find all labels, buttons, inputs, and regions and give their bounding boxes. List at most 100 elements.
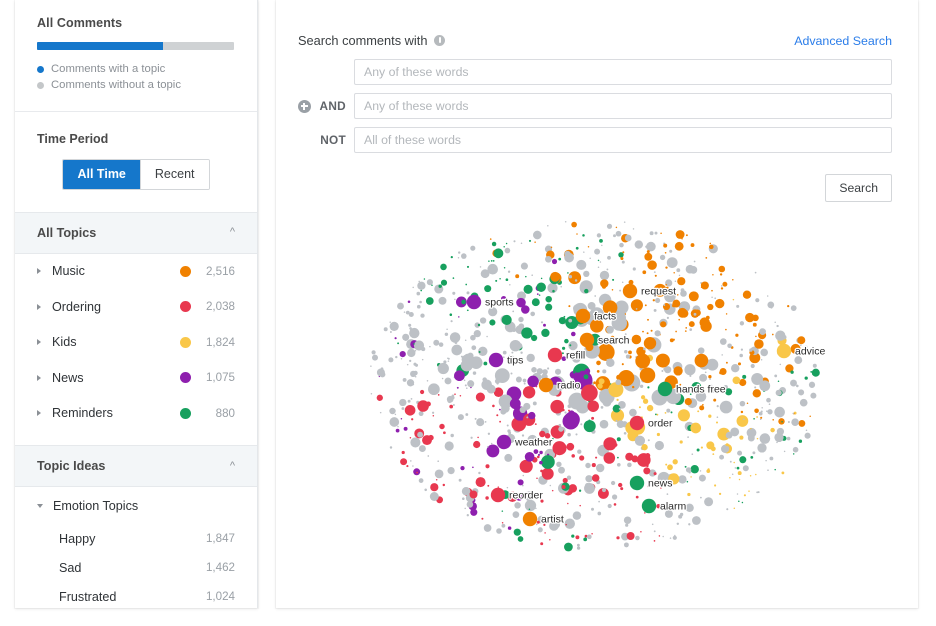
bubble[interactable] xyxy=(521,263,528,270)
bubble[interactable] xyxy=(411,398,413,400)
bubble-labeled[interactable] xyxy=(497,435,511,449)
bubble[interactable] xyxy=(797,336,805,344)
bubble[interactable] xyxy=(410,437,412,439)
bubble[interactable] xyxy=(552,490,554,492)
all-topics-header[interactable]: All Topics ^ xyxy=(15,212,257,254)
bubble[interactable] xyxy=(565,524,567,526)
bubble[interactable] xyxy=(767,469,769,471)
bubble[interactable] xyxy=(598,267,600,269)
bubble[interactable] xyxy=(428,383,440,395)
bubble[interactable] xyxy=(665,252,667,254)
bubble[interactable] xyxy=(400,351,406,357)
bubble[interactable] xyxy=(537,293,539,295)
bubble[interactable] xyxy=(410,437,420,447)
bubble[interactable] xyxy=(676,268,680,272)
bubble[interactable] xyxy=(660,232,662,234)
bubble[interactable] xyxy=(405,405,416,416)
bubble[interactable] xyxy=(735,467,737,469)
bubble[interactable] xyxy=(772,334,774,336)
bubble[interactable] xyxy=(552,441,566,455)
bubble[interactable] xyxy=(812,369,820,377)
bubble[interactable] xyxy=(447,398,452,403)
bubble[interactable] xyxy=(493,260,495,262)
bubble[interactable] xyxy=(597,512,601,516)
bubble[interactable] xyxy=(558,467,565,474)
bubble[interactable] xyxy=(732,474,734,476)
bubble[interactable] xyxy=(686,234,688,236)
bubble[interactable] xyxy=(540,470,543,473)
bubble[interactable] xyxy=(798,389,804,395)
bubble[interactable] xyxy=(760,328,763,331)
bubble[interactable] xyxy=(678,409,690,421)
bubble[interactable] xyxy=(529,240,531,242)
bubble[interactable] xyxy=(476,477,486,487)
bubble[interactable] xyxy=(585,475,592,482)
bubble[interactable] xyxy=(533,231,542,240)
bubble[interactable] xyxy=(622,281,624,283)
bubble[interactable] xyxy=(413,371,417,375)
bubble[interactable] xyxy=(600,261,602,263)
bubble[interactable] xyxy=(577,544,580,547)
bubble[interactable] xyxy=(616,231,622,237)
bubble[interactable] xyxy=(470,491,478,499)
sidebar-item-news[interactable]: News 1,075 xyxy=(15,360,257,396)
bubble[interactable] xyxy=(411,418,413,420)
bubble[interactable] xyxy=(541,321,543,323)
bubble[interactable] xyxy=(738,501,740,503)
bubble[interactable] xyxy=(579,490,581,492)
bubble[interactable] xyxy=(631,455,638,462)
bubble[interactable] xyxy=(750,475,752,477)
bubble[interactable] xyxy=(776,390,782,396)
bubble[interactable] xyxy=(690,423,701,434)
bubble[interactable] xyxy=(489,319,495,325)
bubble[interactable] xyxy=(450,313,453,316)
bubble[interactable] xyxy=(608,504,612,508)
bubble[interactable] xyxy=(721,354,723,356)
bubble[interactable] xyxy=(442,378,444,380)
bubble[interactable] xyxy=(520,407,526,413)
bubble[interactable] xyxy=(562,409,565,412)
bubble[interactable] xyxy=(450,434,453,437)
bubble[interactable] xyxy=(654,530,656,532)
bubble[interactable] xyxy=(438,363,449,374)
bubble[interactable] xyxy=(573,371,575,373)
bubble[interactable] xyxy=(667,317,669,319)
bubble[interactable] xyxy=(390,446,392,448)
bubble[interactable] xyxy=(737,415,749,427)
bubble[interactable] xyxy=(743,419,745,421)
bubble[interactable] xyxy=(473,371,476,374)
bubble[interactable] xyxy=(486,336,488,338)
bubble[interactable] xyxy=(699,374,707,382)
list-item-frustrated[interactable]: Frustrated 1,024 xyxy=(15,582,257,611)
bubble-labeled[interactable] xyxy=(576,309,590,323)
bubble[interactable] xyxy=(485,496,488,499)
bubble[interactable] xyxy=(451,320,453,322)
bubble[interactable] xyxy=(565,221,567,223)
bubble[interactable] xyxy=(635,354,650,369)
bubble[interactable] xyxy=(591,417,594,420)
bubble[interactable] xyxy=(406,311,410,315)
bubble[interactable] xyxy=(600,279,608,287)
bubble[interactable] xyxy=(601,245,603,247)
bubble[interactable] xyxy=(790,371,793,374)
bubble[interactable] xyxy=(567,503,569,505)
bubble[interactable] xyxy=(512,311,514,313)
bubble[interactable] xyxy=(503,246,505,248)
bubble[interactable] xyxy=(647,405,653,411)
bubble[interactable] xyxy=(809,382,815,388)
bubble[interactable] xyxy=(653,299,655,301)
bubble[interactable] xyxy=(766,398,771,403)
bubble[interactable] xyxy=(514,502,520,508)
bubble[interactable] xyxy=(448,358,450,360)
bubble[interactable] xyxy=(673,459,678,464)
bubble[interactable] xyxy=(430,483,438,491)
bubble[interactable] xyxy=(465,284,467,286)
bubble[interactable] xyxy=(503,351,507,355)
bubble[interactable] xyxy=(487,385,496,394)
bubble[interactable] xyxy=(782,335,786,339)
bubble[interactable] xyxy=(725,329,727,331)
bubble-labeled[interactable] xyxy=(580,333,594,347)
bubble[interactable] xyxy=(513,240,515,242)
bubble[interactable] xyxy=(800,399,808,407)
bubble[interactable] xyxy=(452,334,457,339)
